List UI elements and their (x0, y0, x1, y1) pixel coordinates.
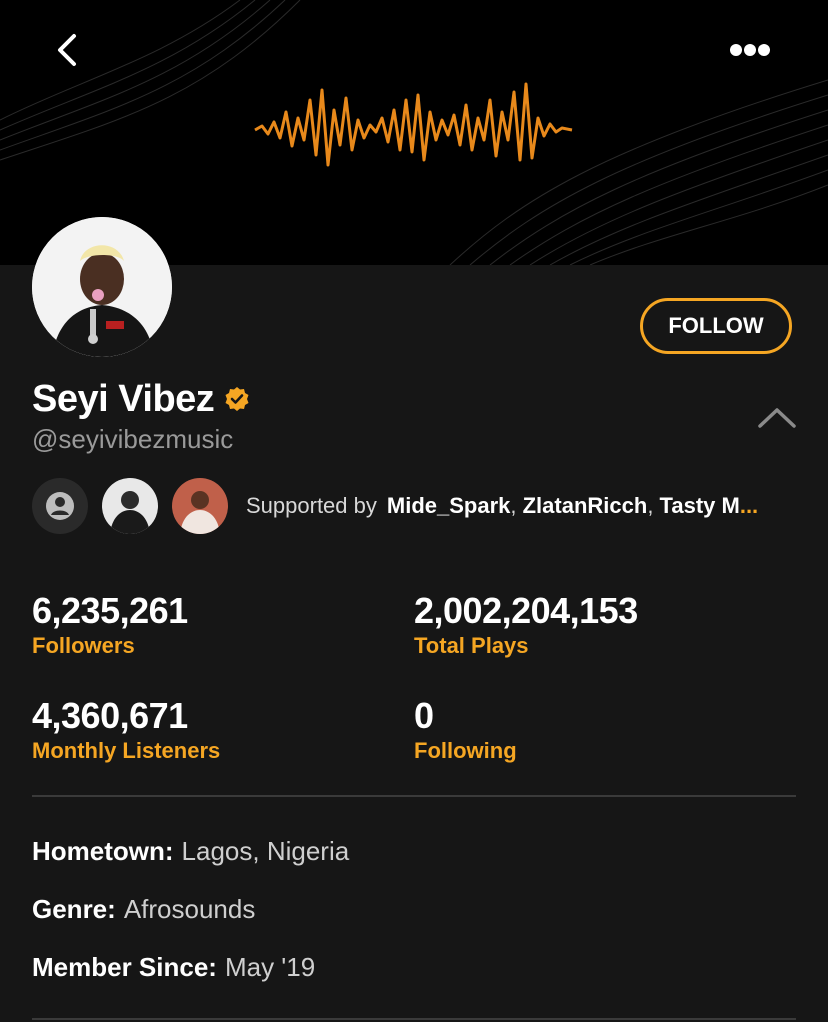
more-dots-icon (730, 44, 770, 56)
supported-by-label: Supported by (246, 493, 377, 518)
stat-monthly-listeners: 4,360,671 Monthly Listeners (32, 695, 220, 765)
genre-value: Afrosounds (123, 894, 256, 924)
supporter-link[interactable]: ZlatanRicch (523, 493, 648, 518)
supporter-avatar-default[interactable] (32, 478, 88, 534)
more-options-button[interactable] (722, 32, 778, 68)
stat-value: 4,360,671 (32, 695, 188, 736)
follow-button-label: FOLLOW (668, 313, 764, 338)
section-divider (32, 795, 796, 797)
chevron-left-icon (58, 34, 76, 66)
profile-avatar[interactable] (32, 217, 172, 357)
stat-label: Total Plays (414, 633, 529, 658)
collapse-button[interactable] (756, 402, 798, 432)
supporter-link[interactable]: Tasty M (660, 493, 740, 518)
supporter-photo-2 (172, 478, 228, 534)
user-icon (46, 492, 74, 520)
genre-label: Genre: (32, 894, 116, 924)
sound-wave-graphic (254, 82, 573, 167)
stat-label[interactable]: Followers (32, 632, 188, 660)
supporters-row: Supported by Mide_Spark, ZlatanRicch, Ta… (32, 477, 792, 535)
genre-row: Genre: Afrosounds (32, 894, 255, 925)
stat-following: 0 Following (414, 695, 517, 765)
artist-name: Seyi Vibez (32, 377, 215, 420)
hometown-value: Lagos, Nigeria (181, 836, 350, 866)
avatar-photo (32, 217, 172, 357)
profile-name-row: Seyi Vibez (32, 374, 250, 424)
supporter-link[interactable]: Mide_Spark (387, 493, 511, 518)
member-since-row: Member Since: May '19 (32, 952, 315, 983)
supporters-more[interactable]: ... (740, 493, 758, 518)
stat-label[interactable]: Following (414, 737, 517, 765)
section-divider (32, 1018, 796, 1020)
supporter-photo-1 (102, 478, 158, 534)
hometown-label: Hometown: (32, 836, 174, 866)
stat-total-plays: 2,002,204,153 Total Plays (414, 590, 638, 660)
supporter-names: Mide_Spark, ZlatanRicch, Tasty M... (386, 493, 759, 518)
follow-button[interactable]: FOLLOW (640, 298, 792, 354)
stat-followers: 6,235,261 Followers (32, 590, 188, 660)
verified-badge-icon (225, 387, 249, 411)
member-since-value: May '19 (224, 952, 316, 982)
stat-label: Monthly Listeners (32, 738, 221, 763)
supporter-avatar-2[interactable] (172, 478, 228, 534)
member-since-label: Member Since: (32, 952, 217, 982)
chevron-up-icon (758, 408, 796, 428)
hometown-row: Hometown: Lagos, Nigeria (32, 836, 349, 867)
stat-value: 6,235,261 (32, 590, 188, 631)
stat-value: 0 (414, 695, 434, 736)
supporter-avatar-1[interactable] (102, 478, 158, 534)
back-button[interactable] (50, 30, 90, 70)
artist-handle: @seyivibezmusic (32, 424, 234, 454)
stat-value: 2,002,204,153 (414, 590, 638, 631)
